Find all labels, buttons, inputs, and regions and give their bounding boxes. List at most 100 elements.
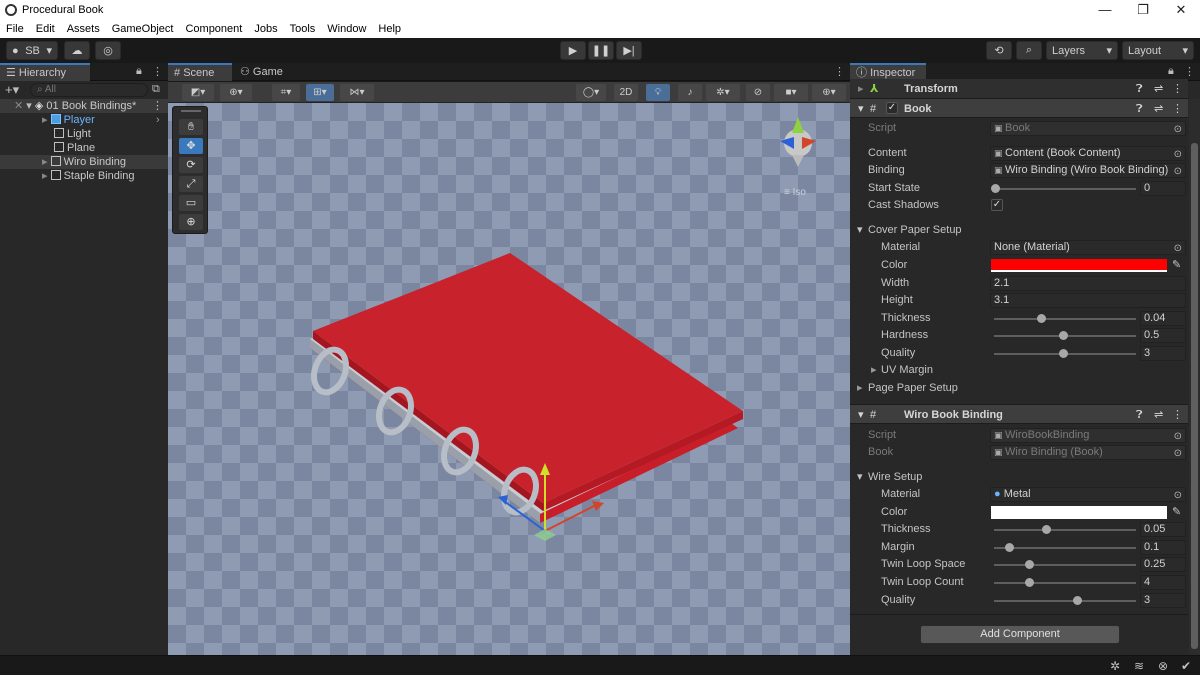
start-state-slider-track[interactable] (994, 188, 1136, 190)
layers-dropdown[interactable]: Layers ▾ (1046, 41, 1118, 60)
target-icon[interactable]: ⊙ (1174, 165, 1182, 177)
scrollbar-thumb[interactable] (1191, 143, 1198, 649)
wiro-script-field[interactable]: WiroBookBinding ⊙ (990, 428, 1186, 443)
menu-gameobject[interactable]: GameObject (106, 23, 180, 35)
kebab-menu-icon[interactable]: ⋮ (152, 99, 163, 113)
menu-file[interactable]: File (0, 23, 30, 35)
uv-margin-foldout[interactable]: ▸ UV Margin (850, 362, 1188, 379)
menu-help[interactable]: Help (372, 23, 407, 35)
scene-viewport[interactable]: ≡ Iso (168, 103, 850, 655)
collab-button[interactable]: ◎ (95, 41, 121, 60)
hierarchy-item-staple-binding[interactable]: ▸ Staple Binding (0, 169, 168, 183)
menu-edit[interactable]: Edit (30, 23, 61, 35)
snap-grid-dropdown[interactable]: ⌗▾ (272, 84, 300, 101)
inspector-scrollbar[interactable] (1189, 99, 1200, 655)
hidden-objects-toggle[interactable]: ⊘ (746, 84, 770, 101)
wire-thickness-slider-thumb[interactable] (1042, 525, 1051, 534)
wire-margin-slider-thumb[interactable] (1005, 543, 1014, 552)
play-button[interactable]: ▶ (560, 41, 586, 60)
hierarchy-item-plane[interactable]: Plane (0, 141, 168, 155)
wiro-component-header[interactable]: ▾ # Wiro Book Binding ❓︎ ⇌ ⋮ (850, 404, 1188, 424)
tab-scene[interactable]: # Scene (168, 63, 232, 81)
wire-quality-slider-thumb[interactable] (1073, 596, 1082, 605)
wire-quality-slider-track[interactable] (994, 600, 1136, 602)
presets-icon[interactable]: ⇌ (1154, 79, 1163, 99)
cover-thickness-input[interactable]: 0.04 (1140, 311, 1186, 326)
lighting-toggle[interactable]: 💡︎ (646, 84, 670, 101)
transform-header[interactable]: ▸ ⅄ Transform ❓︎ ⇌ ⋮ (850, 79, 1188, 99)
cover-thickness-slider-track[interactable] (994, 318, 1136, 320)
page-paper-setup-foldout[interactable]: ▸ Page Paper Setup (850, 380, 1188, 397)
chevron-right-icon[interactable]: › (156, 113, 160, 127)
move-tool[interactable]: ✥ (179, 138, 203, 154)
wiro-book-field[interactable]: Wiro Binding (Book) ⊙ (990, 445, 1186, 460)
lock-icon[interactable]: 🔒︎ (1168, 65, 1174, 78)
stack-icon[interactable]: ≋ (1134, 659, 1144, 673)
cover-paper-setup-foldout[interactable]: ▾ Cover Paper Setup (850, 222, 1188, 239)
cover-thickness-slider-thumb[interactable] (1037, 314, 1046, 323)
increment-snap-dropdown[interactable]: ⋈▾ (340, 84, 374, 101)
network-icon[interactable]: ⊗ (1158, 659, 1168, 673)
eyedropper-icon[interactable]: ✎ (1172, 257, 1181, 274)
help-icon[interactable]: ❓︎ (1136, 79, 1143, 99)
cloud-button[interactable]: ☁ (64, 41, 90, 60)
content-field[interactable]: Content (Book Content) ⊙ (990, 146, 1186, 161)
wire-quality-input[interactable]: 3 (1140, 593, 1186, 608)
minimize-button[interactable]: — (1086, 0, 1124, 20)
camera-settings-dropdown[interactable]: ■▾ (774, 84, 808, 101)
cover-hardness-input[interactable]: 0.5 (1140, 328, 1186, 343)
kebab-menu-icon[interactable]: ⋮ (152, 65, 163, 78)
book-script-field[interactable]: Book ⊙ (990, 121, 1186, 136)
step-button[interactable]: ▶| (616, 41, 642, 60)
wire-thickness-slider-track[interactable] (994, 529, 1136, 531)
presets-icon[interactable]: ⇌ (1154, 99, 1163, 119)
cover-material-field[interactable]: None (Material) ⊙ (990, 240, 1186, 255)
cover-hardness-slider-thumb[interactable] (1059, 331, 1068, 340)
binding-field[interactable]: Wiro Binding (Wiro Book Binding) ⊙ (990, 163, 1186, 178)
wire-material-field[interactable]: ● Metal ⊙ (990, 487, 1186, 502)
drag-handle[interactable] (181, 110, 201, 112)
tab-hierarchy[interactable]: ☰ Hierarchy (0, 63, 90, 81)
cast-shadows-checkbox[interactable]: ✓ (991, 199, 1003, 211)
draw-mode-dropdown[interactable]: ◩▾ (182, 84, 214, 101)
help-icon[interactable]: ❓︎ (1136, 99, 1143, 119)
cover-color-swatch[interactable] (991, 259, 1167, 272)
history-button[interactable]: ⟲ (986, 41, 1012, 60)
book-component-header[interactable]: ▾ # ✓ Book ❓︎ ⇌ ⋮ (850, 98, 1188, 118)
wire-thickness-input[interactable]: 0.05 (1140, 522, 1186, 537)
cover-width-input[interactable]: 2.1 (990, 276, 1186, 291)
effects-dropdown[interactable]: ✲▾ (706, 84, 740, 101)
start-state-input[interactable]: 0 (1140, 181, 1186, 196)
wire-color-swatch[interactable] (991, 506, 1167, 519)
kebab-menu-icon[interactable]: ⋮ (834, 65, 845, 78)
book-enabled-checkbox[interactable]: ✓ (886, 102, 898, 114)
menu-jobs[interactable]: Jobs (248, 23, 283, 35)
toggle-2d-button[interactable]: 2D (614, 84, 638, 101)
twin-loop-space-slider-track[interactable] (994, 564, 1136, 566)
grid-visibility-dropdown[interactable]: ⊞▾ (306, 84, 334, 101)
rotate-tool[interactable]: ⟳ (179, 157, 203, 173)
search-button[interactable]: ⌕ (1016, 41, 1042, 60)
check-circle-icon[interactable]: ✔ (1181, 659, 1191, 673)
pause-button[interactable]: ❚❚ (588, 41, 614, 60)
scene-visibility-icon[interactable]: ⧉ (152, 83, 160, 96)
kebab-menu-icon[interactable]: ⋮ (1172, 79, 1183, 99)
start-state-slider-thumb[interactable] (991, 184, 1000, 193)
eyedropper-icon[interactable]: ✎ (1172, 504, 1181, 521)
hierarchy-search-input[interactable]: ⌕ All (30, 83, 148, 97)
kebab-menu-icon[interactable]: ⋮ (1172, 405, 1183, 425)
hierarchy-item-light[interactable]: Light (0, 127, 168, 141)
cover-quality-slider-thumb[interactable] (1059, 349, 1068, 358)
target-icon[interactable]: ⊙ (1174, 489, 1182, 501)
gizmos-dropdown[interactable]: ⊕▾ (812, 84, 846, 101)
twin-loop-count-slider-track[interactable] (994, 582, 1136, 584)
cover-quality-input[interactable]: 3 (1140, 346, 1186, 361)
target-icon[interactable]: ⊙ (1174, 148, 1182, 160)
wire-setup-foldout[interactable]: ▾ Wire Setup (850, 469, 1188, 486)
hand-tool[interactable]: ✋︎ (179, 119, 203, 135)
wire-margin-input[interactable]: 0.1 (1140, 540, 1186, 555)
add-icon[interactable]: +▾ (5, 82, 19, 98)
close-button[interactable]: ✕ (1162, 0, 1200, 20)
hierarchy-item-player[interactable]: ▸ Player › (0, 113, 168, 127)
menu-assets[interactable]: Assets (61, 23, 106, 35)
